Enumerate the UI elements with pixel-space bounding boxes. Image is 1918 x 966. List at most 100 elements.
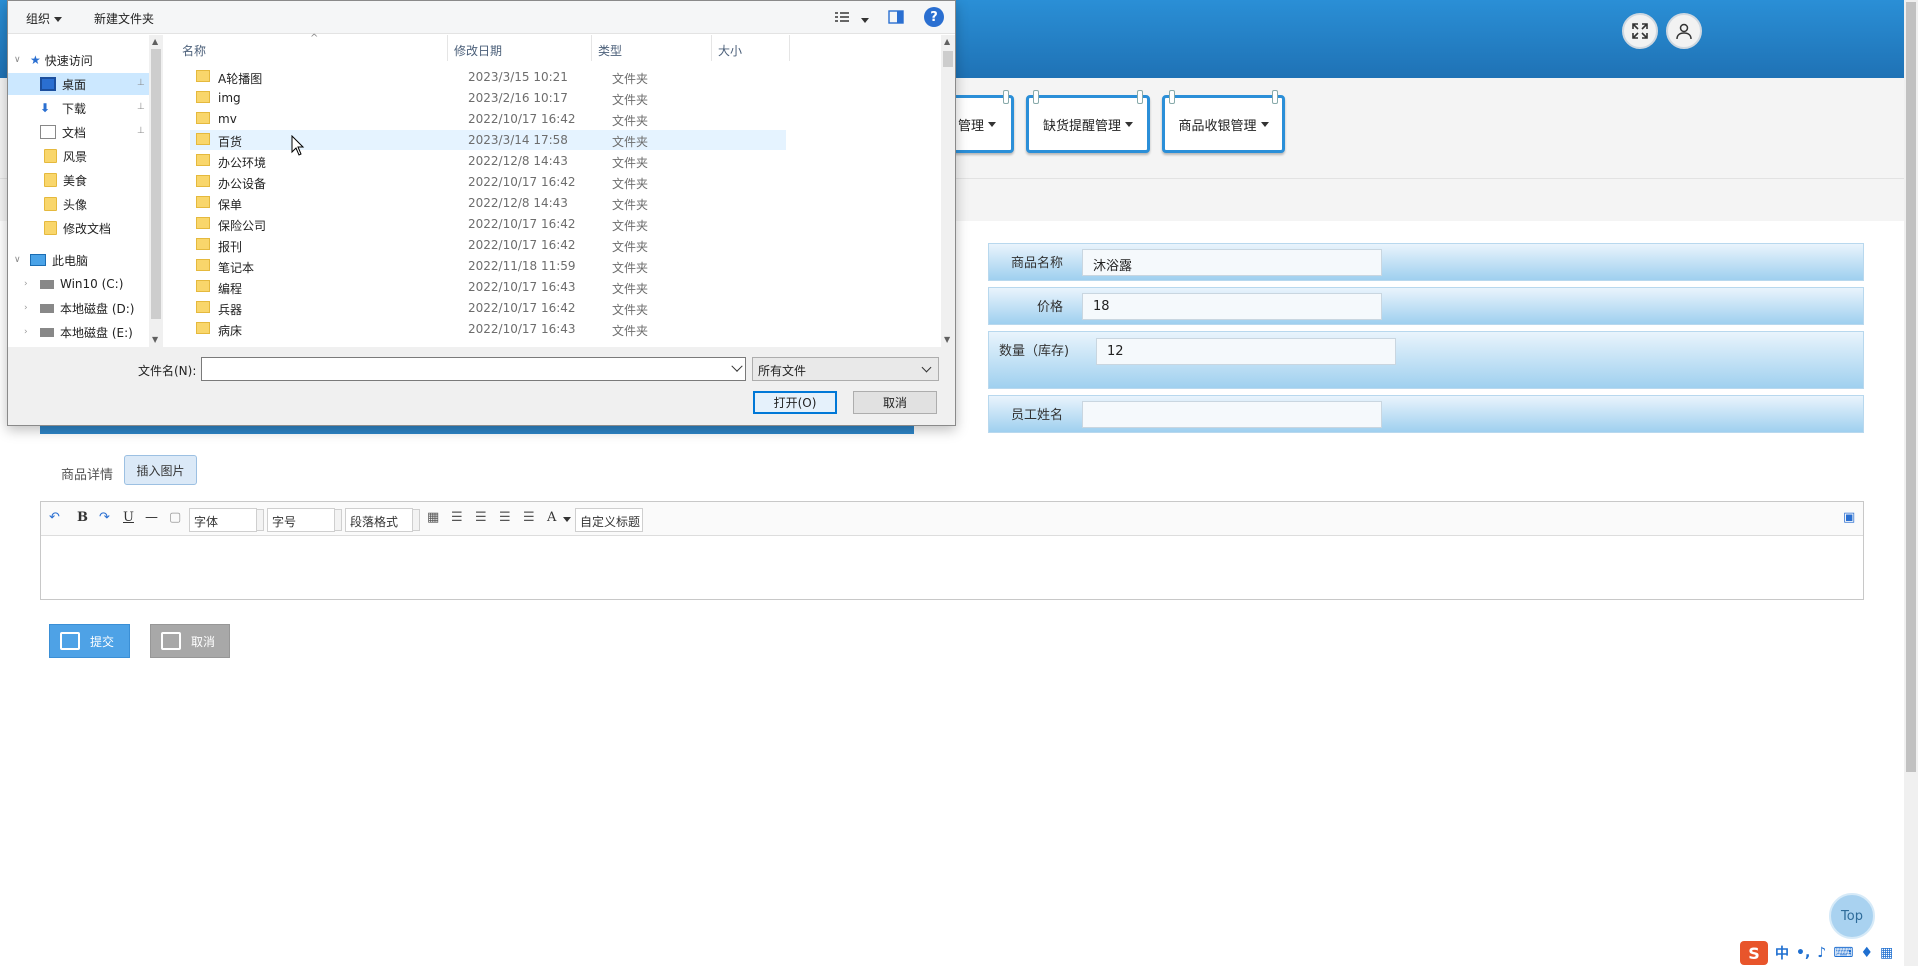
dialog-toolbar: 组织 新建文件夹 ? [8, 1, 955, 34]
bold-button[interactable]: B [77, 510, 88, 525]
nav-item-cashier[interactable]: 商品收银管理 [1162, 90, 1285, 153]
table-icon[interactable]: ▦ [427, 510, 439, 525]
nav-label: 快速访问 [44, 53, 93, 68]
ime-logo-icon[interactable]: S [1740, 941, 1768, 965]
name-input[interactable]: 沐浴露 [1082, 249, 1382, 276]
cancel-button[interactable]: 取消 [150, 624, 230, 658]
ime-lang-indicator[interactable]: 中 [1775, 943, 1789, 963]
paragraph-select[interactable]: 段落格式 [345, 508, 420, 532]
page-icon[interactable]: ▢ [169, 510, 181, 525]
toolbox-icon[interactable]: ▦ [1880, 945, 1893, 961]
staff-input[interactable] [1082, 401, 1382, 428]
folder-icon [196, 154, 210, 166]
file-row[interactable]: 病床 2022/10/17 16:43 文件夹 [190, 319, 786, 339]
folder-icon [196, 301, 210, 313]
microphone-icon[interactable]: ♪ [1817, 945, 1826, 961]
view-options-icon[interactable] [834, 10, 850, 24]
font-color-button[interactable]: A [547, 510, 556, 525]
file-row[interactable]: 保险公司 2022/10/17 16:42 文件夹 [190, 214, 786, 234]
nav-drive-d[interactable]: › 本地磁盘 (D:) [24, 297, 164, 319]
quantity-input[interactable]: 12 [1096, 338, 1396, 365]
file-row[interactable]: 办公设备 2022/10/17 16:42 文件夹 [190, 172, 786, 192]
preview-pane-icon[interactable] [888, 10, 904, 24]
form-row-name: 商品名称 沐浴露 [988, 243, 1864, 281]
font-select[interactable]: 字体 [189, 508, 264, 532]
nav-label: 本地磁盘 (D:) [60, 301, 135, 316]
computer-icon [30, 254, 46, 266]
view-dropdown-icon[interactable] [861, 13, 869, 27]
column-date-header[interactable]: 修改日期 [448, 35, 592, 61]
size-select[interactable]: 字号 [267, 508, 342, 532]
user-button[interactable] [1666, 13, 1702, 49]
keyboard-icon[interactable]: ⌨ [1833, 945, 1853, 961]
file-list-scrollbar[interactable]: ▲ ▼ [941, 35, 955, 347]
nav-item-stock-alert[interactable]: 缺货提醒管理 [1026, 90, 1150, 153]
underline-button[interactable]: U [123, 510, 134, 525]
new-folder-button[interactable]: 新建文件夹 [94, 10, 154, 27]
filetype-value: 所有文件 [758, 364, 807, 378]
skin-icon[interactable]: ♦ [1860, 945, 1873, 961]
back-to-top-button[interactable]: Top [1829, 893, 1875, 939]
help-icon[interactable]: ? [924, 7, 944, 27]
nav-folder-edit-docs[interactable]: 修改文档 [8, 217, 148, 239]
page-scrollbar[interactable] [1904, 0, 1918, 966]
undo-icon[interactable]: ↶ [49, 510, 60, 525]
nav-pane-scrollbar[interactable]: ▲ ▼ [149, 35, 163, 347]
align-right-icon[interactable]: ☰ [475, 510, 487, 525]
nav-this-pc[interactable]: ∨ 此电脑 [14, 249, 154, 271]
fullscreen-button[interactable] [1622, 13, 1658, 49]
ime-toolbar: S 中 •, ♪ ⌨ ♦ ▦ [1740, 940, 1904, 966]
rich-text-editor: ↶ B ↷ U — ▢ 字体 字号 段落格式 ▦ ☰ ☰ ☰ ☰ A 自定义标题… [40, 501, 1864, 600]
punctuation-icon[interactable]: •, [1796, 945, 1810, 961]
nav-documents[interactable]: 文档 ⊥ [8, 121, 149, 143]
file-row[interactable]: 办公环境 2022/12/8 14:43 文件夹 [190, 151, 786, 171]
submit-label: 提交 [90, 634, 115, 649]
user-icon [1676, 23, 1692, 40]
price-input[interactable]: 18 [1082, 293, 1382, 320]
column-type-header[interactable]: 类型 [592, 35, 712, 61]
mouse-cursor-icon [291, 135, 305, 156]
dialog-cancel-button[interactable]: 取消 [853, 391, 937, 414]
folder-icon [196, 217, 210, 229]
nav-desktop[interactable]: 桌面 ⊥ [8, 73, 149, 95]
expand-icon [1632, 23, 1648, 39]
align-justify-icon[interactable]: ☰ [523, 510, 535, 525]
align-left-icon[interactable]: ☰ [451, 510, 463, 525]
file-open-dialog: 组织 新建文件夹 ? ∨ ★ 快速访问 桌面 ⊥ ⬇ 下载 ⊥ 文档 ⊥ 风景 … [7, 0, 956, 426]
redo-icon[interactable]: ↷ [99, 510, 110, 525]
desktop-icon [40, 77, 56, 91]
insert-image-button[interactable]: 插入图片 [124, 455, 197, 485]
file-row[interactable]: 笔记本 2022/11/18 11:59 文件夹 [190, 256, 786, 276]
file-row[interactable]: 兵器 2022/10/17 16:42 文件夹 [190, 298, 786, 318]
align-center-icon[interactable]: ☰ [499, 510, 511, 525]
open-button[interactable]: 打开(O) [753, 391, 837, 414]
filetype-select[interactable]: 所有文件 [752, 357, 939, 381]
nav-quick-access[interactable]: ∨ ★ 快速访问 [14, 49, 154, 71]
nav-folder-landscape[interactable]: 风景 [8, 145, 148, 167]
horizontal-rule-icon[interactable]: — [145, 510, 158, 525]
pin-icon: ⊥ [137, 102, 145, 112]
submit-button[interactable]: 提交 [49, 624, 130, 658]
file-row[interactable]: img 2023/2/16 10:17 文件夹 [190, 88, 786, 108]
column-size-header[interactable]: 大小 [712, 35, 790, 61]
name-label: 商品名称 [1011, 256, 1064, 271]
file-row[interactable]: 保单 2022/12/8 14:43 文件夹 [190, 193, 786, 213]
download-icon: ⬇ [40, 101, 51, 115]
folder-icon [44, 149, 57, 163]
custom-heading-select[interactable]: 自定义标题 [575, 508, 643, 532]
file-row[interactable]: A轮播图 2023/3/15 10:21 文件夹 [190, 67, 786, 87]
file-row[interactable]: mv 2022/10/17 16:42 文件夹 [190, 109, 786, 129]
file-row[interactable]: 百货 2023/3/14 17:58 文件夹 [190, 130, 786, 150]
nav-drive-e[interactable]: › 本地磁盘 (E:) [24, 321, 164, 343]
file-row[interactable]: 报刊 2022/10/17 16:42 文件夹 [190, 235, 786, 255]
chevron-down-icon[interactable] [731, 360, 743, 372]
nav-drive-c[interactable]: › Win10 (C:) [24, 273, 164, 295]
organize-button[interactable]: 组织 [26, 10, 63, 27]
file-row[interactable]: 编程 2022/10/17 16:43 文件夹 [190, 277, 786, 297]
filename-input[interactable] [201, 357, 746, 381]
nav-folder-avatar[interactable]: 头像 [8, 193, 148, 215]
nav-downloads[interactable]: ⬇ 下载 ⊥ [8, 97, 149, 119]
form-row-quantity: 数量（库存) 12 [988, 331, 1864, 389]
nav-folder-food[interactable]: 美食 [8, 169, 148, 191]
source-view-icon[interactable]: ▣ [1843, 510, 1855, 525]
